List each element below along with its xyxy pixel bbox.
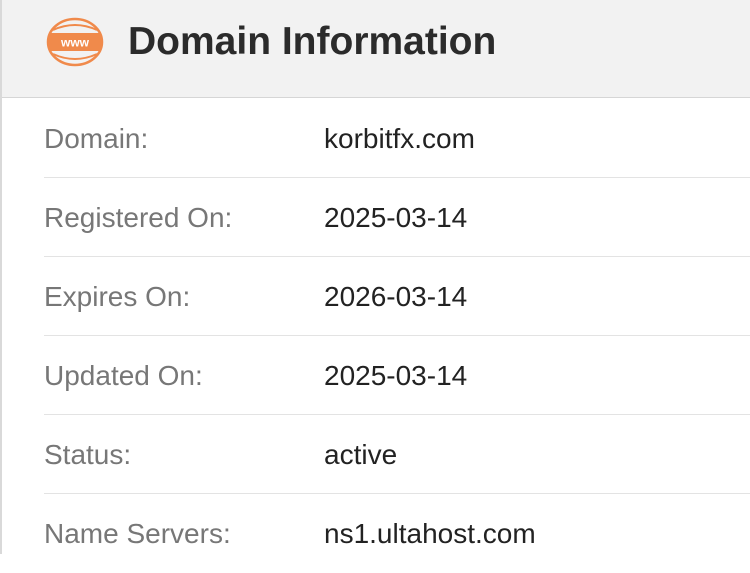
row-value: 2025-03-14 bbox=[324, 202, 468, 233]
info-row-registered-on: Registered On: 2025-03-14 bbox=[44, 178, 750, 257]
row-value: 2025-03-14 bbox=[324, 360, 468, 391]
info-row-domain: Domain: korbitfx.com bbox=[44, 99, 750, 178]
row-label: Status: bbox=[44, 439, 132, 470]
row-label: Expires On: bbox=[44, 281, 191, 312]
info-row-name-servers: Name Servers: ns1.ultahost.com bbox=[44, 494, 750, 573]
row-label: Name Servers: bbox=[44, 518, 231, 549]
domain-info-panel: www Domain Information Domain: korbitfx.… bbox=[0, 0, 750, 554]
status-value: active bbox=[324, 439, 398, 470]
info-row-status: Status: active bbox=[44, 415, 750, 494]
row-value: 2026-03-14 bbox=[324, 281, 468, 312]
info-row-updated-on: Updated On: 2025-03-14 bbox=[44, 336, 750, 415]
row-value: korbitfx.com bbox=[324, 123, 475, 154]
row-label: Updated On: bbox=[44, 360, 203, 391]
info-row-expires-on: Expires On: 2026-03-14 bbox=[44, 257, 750, 336]
www-globe-icon: www bbox=[46, 17, 104, 67]
www-icon-text: www bbox=[60, 36, 90, 50]
panel-header: www Domain Information bbox=[2, 0, 750, 98]
page-title: Domain Information bbox=[128, 20, 497, 63]
row-value: ns1.ultahost.com bbox=[324, 518, 536, 549]
row-label: Domain: bbox=[44, 123, 149, 154]
row-label: Registered On: bbox=[44, 202, 233, 233]
